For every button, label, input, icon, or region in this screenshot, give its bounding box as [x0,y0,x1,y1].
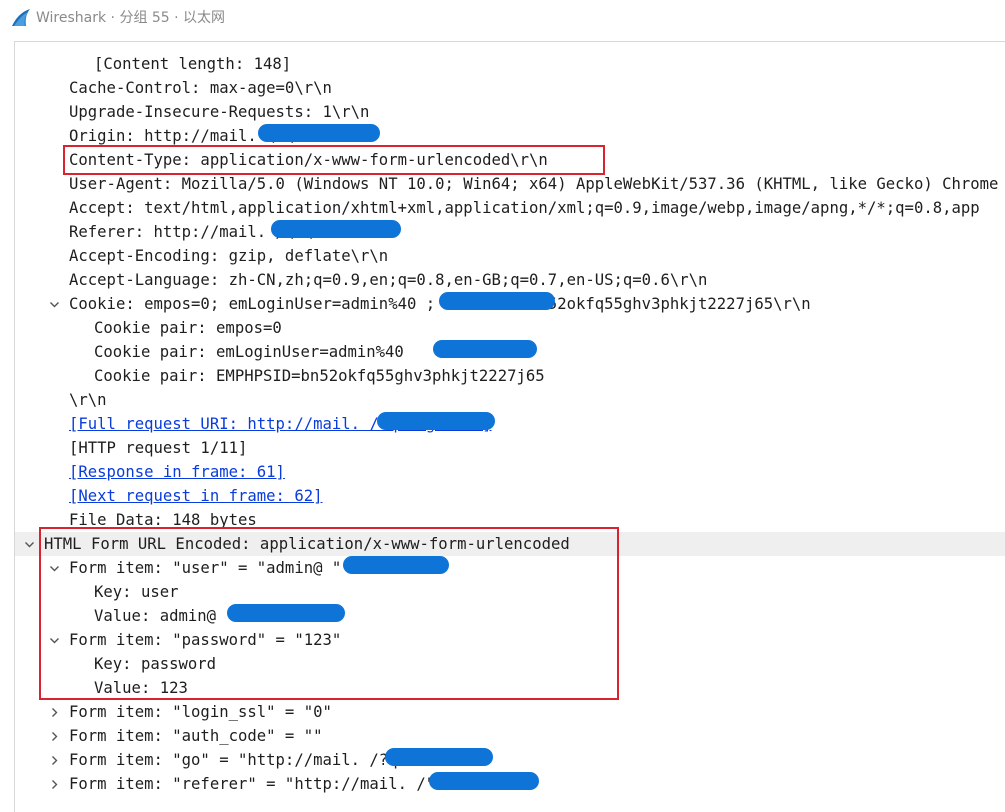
tree-row[interactable]: Form item: "go" = "http://mail. /?q=base… [15,748,1005,772]
tree-row-label: Form item: "user" = "admin@ " [69,559,342,577]
tree-row-label: Content-Type: application/x-www-form-url… [69,151,548,169]
tree-row[interactable]: Accept-Encoding: gzip, deflate\r\n [15,244,1005,268]
chevron-right-icon[interactable] [47,724,61,748]
window-title: Wireshark · 分组 55 · 以太网 [36,10,226,26]
tree-row[interactable]: Value: admin@ [15,604,1005,628]
chevron-down-icon[interactable] [47,556,61,580]
tree-row-label: \r\n [69,391,107,409]
tree-row-label: Value: admin@ [94,607,217,625]
tree-row[interactable]: Form item: "password" = "123" [15,628,1005,652]
redaction-mask [429,772,539,790]
tree-row[interactable]: Upgrade-Insecure-Requests: 1\r\n [15,100,1005,124]
tree-row-label: Cookie pair: EMPHPSID=bn52okfq55ghv3phkj… [94,367,545,385]
tree-row[interactable]: [Response in frame: 61] [15,460,1005,484]
tree-row[interactable]: \r\n [15,388,1005,412]
chevron-right-icon[interactable] [47,700,61,724]
redaction-mask [258,124,380,142]
redaction-mask [439,292,555,310]
tree-row-label: HTML Form URL Encoded: application/x-www… [44,535,570,553]
chevron-right-icon[interactable] [47,772,61,796]
tree-row-label: Cookie pair: emLoginUser=admin%40 [94,343,404,361]
tree-row-label: User-Agent: Mozilla/5.0 (Windows NT 10.0… [69,175,999,193]
window-titlebar: Wireshark · 分组 55 · 以太网 [0,0,1005,36]
tree-row[interactable]: Form item: "user" = "admin@ " [15,556,1005,580]
tree-row-label: Form item: "password" = "123" [69,631,342,649]
redaction-mask [377,412,495,430]
tree-row-label: File Data: 148 bytes [69,511,257,529]
chevron-right-icon[interactable] [47,748,61,772]
packet-details-tree[interactable]: [Content length: 148] Cache-Control: max-… [15,52,1005,796]
tree-row[interactable]: Form item: "login_ssl" = "0" [15,700,1005,724]
tree-row[interactable]: Cache-Control: max-age=0\r\n [15,76,1005,100]
tree-row[interactable]: Accept-Language: zh-CN,zh;q=0.9,en;q=0.8… [15,268,1005,292]
tree-row[interactable]: Content-Type: application/x-www-form-url… [15,148,1005,172]
chevron-down-icon[interactable] [47,628,61,652]
tree-row-label: Key: user [94,583,179,601]
tree-row-link[interactable]: [Next request in frame: 62] [69,484,322,508]
tree-row[interactable]: Key: user [15,580,1005,604]
tree-row-label: Upgrade-Insecure-Requests: 1\r\n [69,103,370,121]
tree-row[interactable]: [HTTP request 1/11] [15,436,1005,460]
tree-row[interactable]: [Next request in frame: 62] [15,484,1005,508]
redaction-mask [433,340,537,358]
tree-row-label: Accept-Encoding: gzip, deflate\r\n [69,247,389,265]
tree-row[interactable]: File Data: 148 bytes [15,508,1005,532]
chevron-down-icon[interactable] [22,532,36,556]
tree-row-link[interactable]: [Response in frame: 61] [69,460,285,484]
tree-row[interactable]: Origin: http://mail. \r\n [15,124,1005,148]
tree-row[interactable]: User-Agent: Mozilla/5.0 (Windows NT 10.0… [15,172,1005,196]
redaction-mask [271,220,401,238]
tree-row-label: Key: password [94,655,217,673]
chevron-down-icon[interactable] [47,292,61,316]
tree-row-label: Value: 123 [94,679,188,697]
tree-row[interactable]: Referer: http://mail. /\r\n [15,220,1005,244]
tree-row-label: Cache-Control: max-age=0\r\n [69,79,332,97]
tree-row[interactable]: Cookie pair: empos=0 [15,316,1005,340]
tree-row[interactable]: Form item: "auth_code" = "" [15,724,1005,748]
redaction-mask [227,604,345,622]
redaction-mask [343,556,449,574]
tree-row-label: Accept: text/html,application/xhtml+xml,… [69,199,980,217]
tree-row[interactable]: [Full request URI: http://mail. /?q=logi… [15,412,1005,436]
packet-details-pane[interactable]: [Content length: 148] Cache-Control: max-… [14,41,1005,812]
tree-row[interactable]: Cookie pair: EMPHPSID=bn52okfq55ghv3phkj… [15,364,1005,388]
tree-row-label: Accept-Language: zh-CN,zh;q=0.9,en;q=0.8… [69,271,708,289]
tree-row[interactable]: Value: 123 [15,676,1005,700]
tree-row-label: [Content length: 148] [94,55,292,73]
tree-row[interactable]: [Content length: 148] [15,52,1005,76]
wireshark-fin-icon [12,9,30,26]
redaction-mask [385,748,493,766]
tree-row-label: [HTTP request 1/11] [69,439,248,457]
tree-row-label: Cookie pair: empos=0 [94,319,282,337]
tree-row-label: Form item: "auth_code" = "" [69,727,323,745]
tree-row-label: Form item: "login_ssl" = "0" [69,703,332,721]
tree-row[interactable]: HTML Form URL Encoded: application/x-www… [15,532,1005,556]
tree-row[interactable]: Key: password [15,652,1005,676]
tree-row-label: Form item: "referer" = "http://mail. /" [69,775,436,793]
tree-row[interactable]: Accept: text/html,application/xhtml+xml,… [15,196,1005,220]
